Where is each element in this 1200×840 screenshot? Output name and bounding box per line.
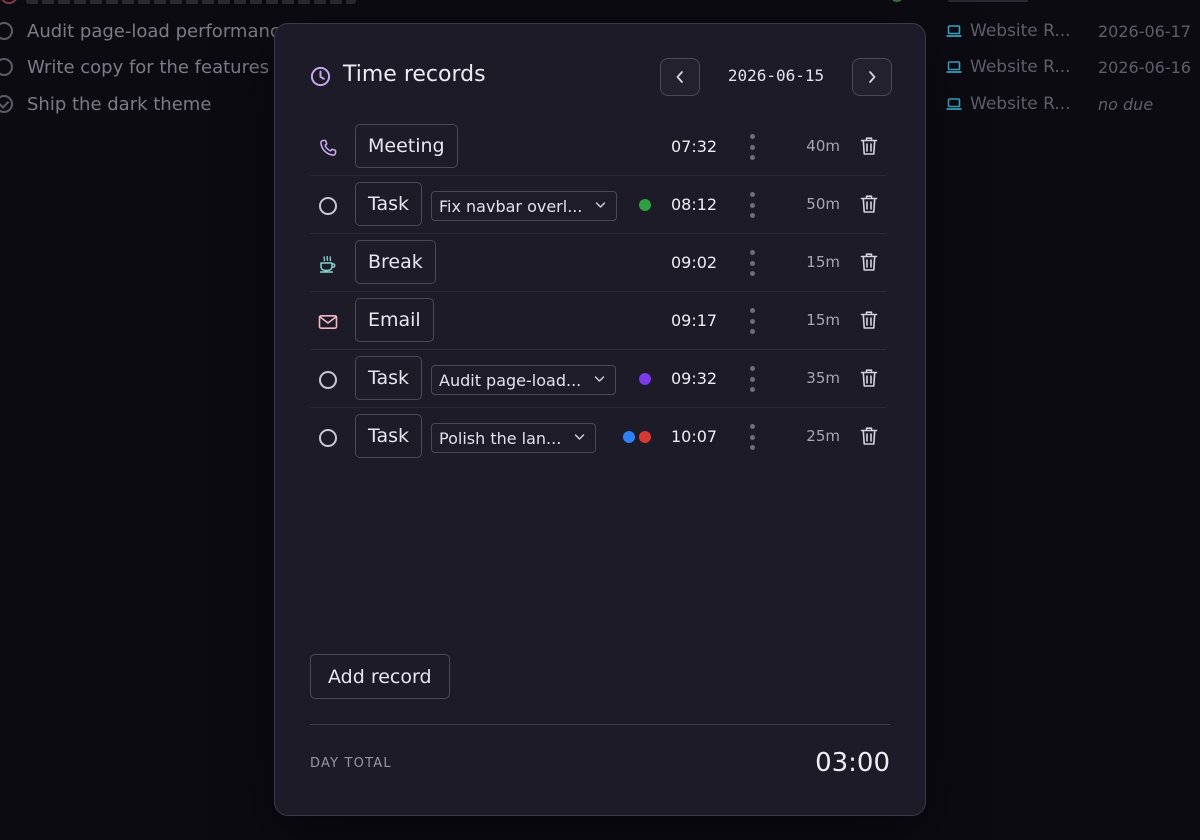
project-text-partial [948, 0, 1028, 2]
time-records-modal: Time records 2026-06-15 Meeting 07:32 40… [274, 23, 926, 816]
coffee-cup-icon [318, 254, 338, 274]
background-project-item[interactable]: Website R... 2026-06-16 [940, 52, 1191, 82]
record-row: Break 09:02 15m [310, 234, 886, 292]
modal-title: Time records [343, 62, 486, 87]
record-row: Task Polish the lan... 10:07 25m [310, 408, 886, 466]
trash-icon[interactable] [860, 426, 878, 446]
chevron-down-icon [575, 434, 585, 440]
tag-dot [639, 431, 651, 443]
record-drag-handle[interactable] [748, 424, 756, 450]
trash-icon[interactable] [860, 136, 878, 156]
task-select-value: Polish the lan... [439, 428, 562, 448]
laptop-icon [946, 61, 962, 73]
record-start-time[interactable]: 08:12 [671, 195, 717, 214]
task-checkbox-done[interactable] [0, 95, 13, 113]
task-select[interactable]: Polish the lan... [431, 423, 597, 453]
background-project-item[interactable]: Website R... no due [940, 89, 1153, 119]
record-duration: 50m [806, 195, 840, 213]
trash-icon[interactable] [860, 368, 878, 388]
record-duration: 40m [806, 137, 840, 155]
clock-icon [310, 66, 331, 87]
background-task-item[interactable]: Write copy for the features [0, 52, 269, 82]
project-due: 2026-06-16 [1098, 57, 1191, 77]
record-row: Email 09:17 15m [310, 292, 886, 350]
record-type-button[interactable]: Break [355, 240, 436, 284]
task-select-value: Audit page-load... [439, 370, 582, 390]
project-name: Website R... [970, 21, 1071, 41]
task-tag-dots [623, 431, 651, 443]
footer-divider [310, 724, 890, 725]
phone-icon [318, 138, 338, 158]
record-start-time[interactable]: 09:02 [671, 253, 717, 272]
task-select[interactable]: Fix navbar overl... [431, 191, 618, 221]
record-type-button[interactable]: Email [355, 298, 434, 342]
tag-dot [639, 373, 651, 385]
modal-header: Time records 2026-06-15 [310, 58, 892, 96]
day-total-label: DAY TOTAL [310, 756, 392, 771]
task-checkbox[interactable] [0, 22, 13, 40]
background-project-item[interactable]: Website R... 2026-06-17 [940, 16, 1191, 46]
record-type-button[interactable]: Meeting [355, 124, 458, 168]
record-drag-handle[interactable] [748, 250, 756, 276]
task-circle-icon [318, 428, 338, 448]
mail-icon [318, 312, 338, 332]
record-start-time[interactable]: 09:32 [671, 369, 717, 388]
record-type-button[interactable]: Task [355, 182, 423, 226]
next-day-button[interactable] [852, 58, 892, 96]
tag-dot [639, 199, 651, 211]
previous-day-button[interactable] [660, 58, 700, 96]
record-start-time[interactable]: 10:07 [671, 427, 717, 446]
record-row: Meeting 07:32 40m [310, 118, 886, 176]
trash-icon[interactable] [860, 310, 878, 330]
day-total-value: 03:00 [815, 748, 890, 778]
record-duration: 25m [806, 427, 840, 445]
record-row: Task Audit page-load... 09:32 35m [310, 350, 886, 408]
task-circle-icon [318, 196, 338, 216]
task-title: Write copy for the features [27, 56, 270, 78]
task-checkbox[interactable] [0, 58, 13, 76]
task-text-partial [26, 0, 356, 4]
record-row: Task Fix navbar overl... 08:12 50m [310, 176, 886, 234]
tag-dot [623, 431, 635, 443]
trash-icon[interactable] [860, 194, 878, 214]
record-drag-handle[interactable] [748, 308, 756, 334]
record-duration: 35m [806, 369, 840, 387]
laptop-icon [946, 98, 962, 110]
record-drag-handle[interactable] [748, 134, 756, 160]
project-name: Website R... [970, 57, 1071, 77]
record-type-button[interactable]: Task [355, 356, 423, 400]
record-start-time[interactable]: 07:32 [671, 137, 717, 156]
laptop-icon [946, 25, 962, 37]
task-checkbox-partial [0, 0, 18, 4]
trash-icon[interactable] [860, 252, 878, 272]
task-title: Ship the dark theme [27, 93, 212, 115]
chevron-left-icon [676, 71, 683, 83]
chevron-down-icon [594, 376, 605, 382]
status-dot-partial [890, 0, 904, 2]
task-title: Audit page-load performanc [27, 20, 280, 42]
project-due: 2026-06-17 [1098, 21, 1191, 41]
record-drag-handle[interactable] [748, 192, 756, 218]
background-task-item[interactable]: Audit page-load performanc [0, 16, 280, 46]
chevron-right-icon [869, 71, 876, 83]
task-tag-dots [639, 199, 651, 211]
add-record-button[interactable]: Add record [310, 654, 450, 699]
chevron-down-icon [596, 202, 606, 208]
task-circle-icon [318, 370, 338, 390]
record-start-time[interactable]: 09:17 [671, 311, 717, 330]
project-due: no due [1098, 94, 1154, 114]
project-name: Website R... [970, 94, 1071, 114]
task-select-value: Fix navbar overl... [439, 196, 583, 216]
record-duration: 15m [806, 311, 840, 329]
task-tag-dots [639, 373, 651, 385]
background-task-item[interactable]: Ship the dark theme [0, 89, 211, 119]
record-duration: 15m [806, 253, 840, 271]
record-drag-handle[interactable] [748, 366, 756, 392]
task-select[interactable]: Audit page-load... [431, 365, 617, 395]
record-list: Meeting 07:32 40m Task Fix navbar overl.… [310, 118, 886, 466]
record-type-button[interactable]: Task [355, 414, 423, 458]
current-date: 2026-06-15 [727, 66, 825, 85]
